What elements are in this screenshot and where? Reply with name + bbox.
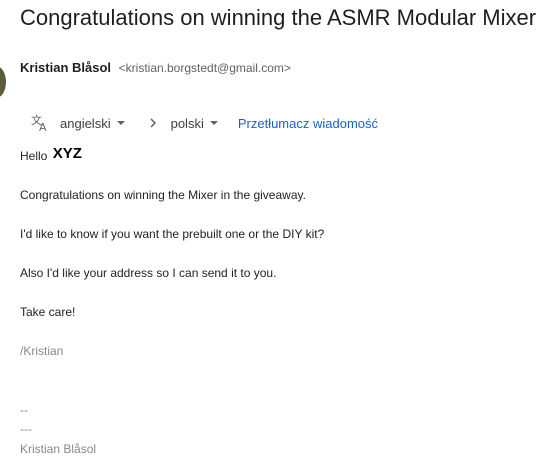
body-line-address: Also I'd like your address so I can send…: [20, 266, 277, 280]
signature-separator-2: ---: [20, 422, 32, 436]
svg-text:A: A: [39, 121, 47, 133]
caret-down-icon: [209, 121, 218, 125]
body-line-question: I'd like to know if you want the prebuil…: [20, 227, 325, 241]
chevron-right-icon: [149, 117, 157, 129]
translate-bar: 文 A angielski polski Przetłumacz wiadomo…: [30, 112, 378, 134]
body-signoff: /Kristian: [20, 344, 64, 358]
translate-icon: 文 A: [30, 113, 50, 134]
sender-line: Kristian Blåsol <kristian.borgstedt@gmai…: [20, 60, 291, 76]
target-language-select[interactable]: polski: [171, 116, 218, 131]
email-subject: Congratulations on winning the ASMR Modu…: [20, 5, 537, 30]
source-language-label: angielski: [60, 115, 111, 131]
signature-separator-1: --: [20, 403, 28, 417]
greeting-name: XYZ: [52, 145, 82, 162]
translate-message-link[interactable]: Przetłumacz wiadomość: [238, 116, 378, 131]
sender-avatar[interactable]: [0, 66, 6, 98]
sender-email: <kristian.borgstedt@gmail.com>: [118, 61, 291, 75]
body-line-congratulations: Congratulations on winning the Mixer in …: [20, 188, 306, 202]
signature-name: Kristian Blåsol: [20, 442, 97, 456]
source-language-select[interactable]: angielski: [60, 116, 125, 131]
target-language-label: polski: [170, 115, 204, 131]
body-line-take-care: Take care!: [20, 305, 76, 319]
greeting-text: Hello: [20, 149, 48, 163]
caret-down-icon: [116, 121, 125, 125]
sender-name[interactable]: Kristian Blåsol: [20, 60, 111, 75]
greeting-line: Hello XYZ: [20, 145, 82, 164]
